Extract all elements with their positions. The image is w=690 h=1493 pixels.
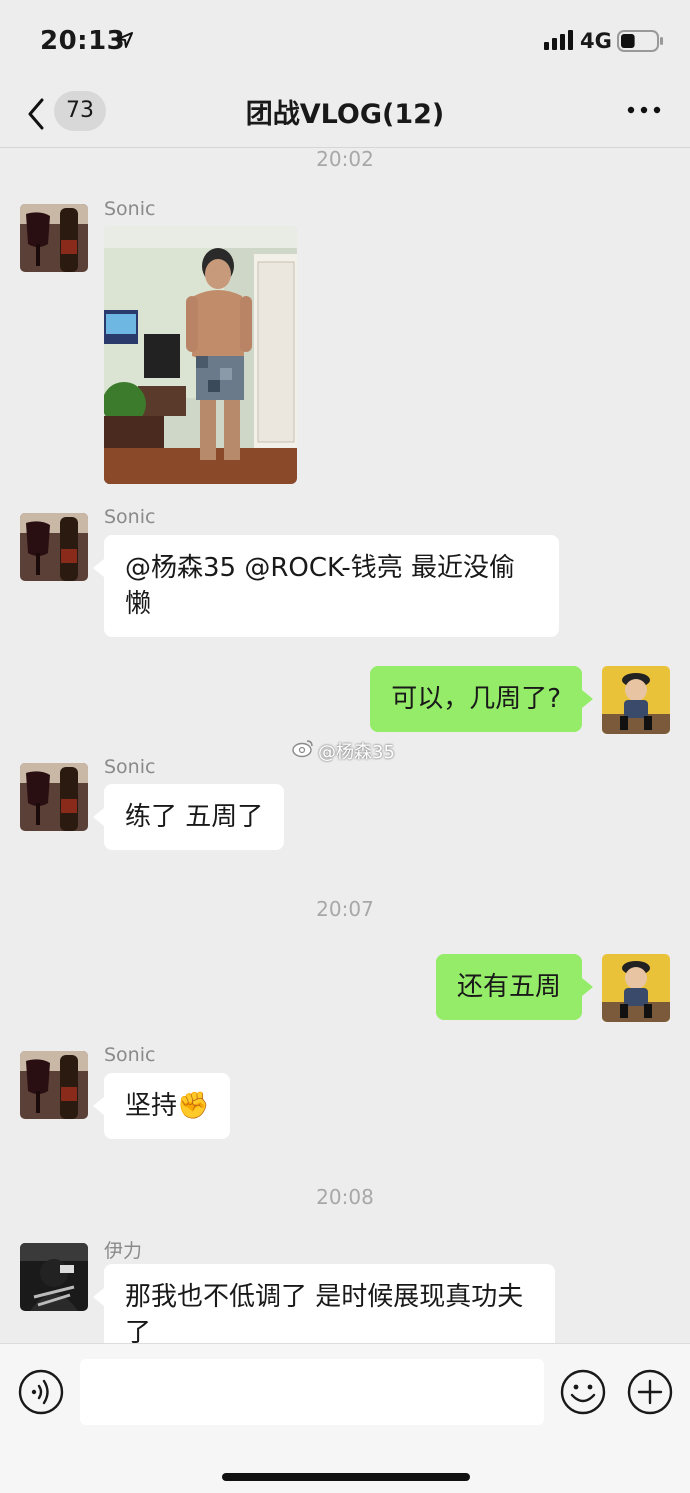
message-input[interactable] bbox=[80, 1359, 544, 1425]
sonic-avatar[interactable] bbox=[20, 513, 88, 581]
status-time: 20:13 bbox=[40, 26, 126, 56]
sender-name: Sonic bbox=[104, 1044, 156, 1066]
emoji-icon[interactable] bbox=[560, 1369, 606, 1415]
unread-count-badge[interactable]: 73 bbox=[54, 91, 106, 131]
sender-name: Sonic bbox=[104, 506, 156, 528]
watermark-text: @杨森35 bbox=[318, 742, 395, 763]
weibo-logo-icon bbox=[292, 740, 313, 758]
status-bar: 20:13 4G bbox=[0, 0, 690, 84]
nav-bar: 73 团战VLOG(12) bbox=[0, 84, 690, 148]
location-arrow-icon bbox=[117, 32, 133, 48]
chat-screen: 20:13 4G 73 团战VLOG(12) 20:02 Sonic Sonic… bbox=[0, 0, 690, 1493]
sender-name: Sonic bbox=[104, 756, 156, 778]
sender-name: 伊力 bbox=[104, 1240, 143, 1262]
message-bubble-sent[interactable]: 可以，几周了? bbox=[370, 666, 593, 732]
raised-fist-emoji: ✊ bbox=[177, 1091, 210, 1121]
sonic-avatar[interactable] bbox=[20, 1051, 88, 1119]
back-chevron-icon[interactable] bbox=[24, 94, 50, 134]
message-bubble[interactable]: @杨森35 @ROCK-钱亮 最近没偷懒 bbox=[93, 535, 559, 637]
message-bubble[interactable]: 坚持✊ bbox=[92, 1073, 231, 1139]
timestamp: 20:02 bbox=[316, 147, 374, 171]
plus-icon[interactable] bbox=[627, 1369, 673, 1415]
image-message[interactable] bbox=[104, 226, 297, 484]
chat-title: 团战VLOG(12) bbox=[245, 99, 445, 130]
more-options-icon[interactable] bbox=[626, 104, 662, 116]
sonic-avatar[interactable] bbox=[20, 763, 88, 831]
sender-name: Sonic bbox=[104, 198, 156, 220]
message-bubble[interactable]: 练了 五周了 bbox=[92, 784, 285, 850]
battery-icon bbox=[617, 30, 663, 52]
sonic-avatar[interactable] bbox=[20, 204, 88, 272]
signal-icon bbox=[544, 30, 573, 50]
message-bubble-sent[interactable]: 还有五周 bbox=[435, 954, 594, 1020]
my-avatar[interactable] bbox=[602, 954, 670, 1022]
timestamp: 20:07 bbox=[316, 897, 374, 921]
input-bar bbox=[0, 1343, 690, 1493]
network-type: 4G bbox=[580, 29, 612, 53]
home-indicator bbox=[222, 1473, 470, 1481]
message-text: 坚持 bbox=[125, 1091, 178, 1121]
voice-input-icon[interactable] bbox=[18, 1369, 64, 1415]
yili-avatar[interactable] bbox=[20, 1243, 88, 1311]
my-avatar[interactable] bbox=[602, 666, 670, 734]
timestamp: 20:08 bbox=[316, 1185, 374, 1209]
